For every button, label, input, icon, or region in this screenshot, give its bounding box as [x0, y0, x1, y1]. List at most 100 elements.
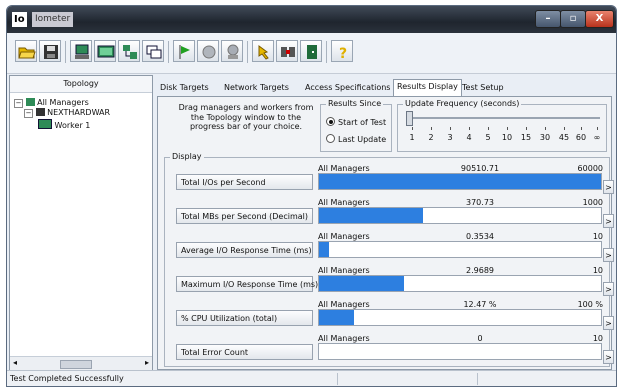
copy-worker-icon[interactable]	[142, 40, 164, 62]
managers-icon	[25, 98, 35, 106]
tree-item-worker[interactable]: Worker 1	[38, 119, 91, 130]
metric-row: Total Error Count All Managers 0 10 >	[165, 332, 614, 366]
progress-bar-fill	[319, 310, 355, 325]
metric-select-button[interactable]: Maximum I/O Response Time (ms)	[176, 276, 318, 292]
new-disk-worker-icon[interactable]	[94, 40, 116, 62]
expand-arrow-button[interactable]: >	[603, 350, 614, 364]
radio-last-update[interactable]: Last Update	[326, 134, 386, 144]
app-logo: Io	[12, 12, 27, 27]
metric-value: 370.73	[466, 198, 494, 207]
metric-select-button[interactable]: Total I/Os per Second	[176, 174, 313, 190]
close-button[interactable]: X	[585, 10, 614, 28]
disconnect-icon[interactable]	[276, 40, 298, 62]
metric-max: 1000	[582, 198, 603, 207]
progress-bar[interactable]	[318, 309, 602, 326]
start-flag-icon[interactable]	[173, 40, 195, 62]
update-frequency-group: Update Frequency (seconds) 1 2 3 4 5 10 …	[397, 99, 607, 152]
tab-test-setup[interactable]: Test Setup	[459, 81, 507, 96]
metric-row: Maximum I/O Response Time (ms) All Manag…	[165, 264, 614, 298]
horizontal-scrollbar[interactable]: ◂ ▸	[10, 356, 152, 370]
save-disk-icon[interactable]	[39, 40, 61, 62]
stop-all-icon[interactable]	[221, 40, 243, 62]
radio-empty-icon	[326, 134, 335, 143]
tree-label: NEXTHARDWAR	[47, 108, 111, 117]
worker-icon	[38, 119, 52, 129]
tick-label: 4	[466, 133, 472, 142]
tree-label: Worker 1	[54, 121, 91, 130]
svg-text:?: ?	[339, 46, 347, 61]
frequency-slider-track[interactable]	[410, 117, 600, 119]
results-since-title: Results Since	[326, 99, 384, 108]
exit-icon[interactable]	[300, 40, 322, 62]
progress-bar[interactable]	[318, 275, 602, 292]
maximize-button[interactable]: ▫	[560, 10, 586, 28]
help-icon[interactable]: ?	[331, 40, 353, 62]
collapse-icon[interactable]: −	[14, 99, 23, 108]
tab-access-specifications[interactable]: Access Specifications	[302, 81, 393, 96]
metric-max: 10	[592, 232, 603, 241]
scroll-left-icon[interactable]: ◂	[13, 358, 17, 367]
tab-network-targets[interactable]: Network Targets	[221, 81, 292, 96]
tab-disk-targets[interactable]: Disk Targets	[157, 81, 212, 96]
scroll-right-icon[interactable]: ▸	[145, 358, 149, 367]
app-title: Iometer	[32, 12, 74, 27]
scroll-thumb[interactable]	[60, 360, 92, 369]
tree-label: All Managers	[37, 98, 89, 107]
metric-value: 12.47 %	[463, 300, 497, 309]
reset-workers-icon[interactable]	[252, 40, 274, 62]
metric-value: 0.3534	[466, 232, 494, 241]
new-worker-icon[interactable]	[70, 40, 92, 62]
stop-icon[interactable]	[197, 40, 219, 62]
tree-item-all-managers[interactable]: − All Managers	[14, 98, 89, 108]
progress-bar[interactable]	[318, 207, 602, 224]
new-manager-icon[interactable]	[118, 40, 140, 62]
tab-results-display[interactable]: Results Display	[393, 79, 462, 97]
progress-bar[interactable]	[318, 241, 602, 258]
progress-bar-fill	[319, 276, 404, 291]
metric-manager: All Managers	[318, 164, 370, 173]
display-group: Display Total I/Os per Second All Manage…	[164, 152, 614, 367]
metric-value: 0	[477, 334, 483, 343]
minimize-button[interactable]: –	[535, 10, 561, 28]
tick-label: 2	[428, 133, 434, 142]
open-folder-icon[interactable]	[15, 40, 37, 62]
tree-item-manager[interactable]: − NEXTHARDWAR	[24, 108, 110, 118]
metric-select-button[interactable]: % CPU Utilization (total)	[176, 310, 313, 326]
topology-title: Topology	[10, 76, 152, 93]
status-text: Test Completed Successfully	[10, 374, 124, 383]
metric-row: Average I/O Response Time (ms) All Manag…	[165, 230, 614, 264]
metric-max: 10	[592, 334, 603, 343]
metric-row: % CPU Utilization (total) All Managers 1…	[165, 298, 614, 332]
radio-start-of-test[interactable]: Start of Test	[326, 117, 386, 127]
metric-select-button[interactable]: Total MBs per Second (Decimal)	[176, 208, 313, 224]
collapse-icon[interactable]: −	[24, 109, 33, 118]
computer-icon	[35, 108, 45, 116]
help-text: Drag managers and workers from the Topol…	[178, 103, 314, 131]
expand-arrow-button[interactable]: >	[603, 282, 614, 296]
tick-label: 45	[558, 133, 570, 142]
metric-value: 2.9689	[466, 266, 494, 275]
tick-label: 30	[539, 133, 551, 142]
expand-arrow-button[interactable]: >	[603, 214, 614, 228]
display-title: Display	[170, 152, 204, 161]
progress-bar[interactable]	[318, 343, 602, 360]
tick-label: 60	[575, 133, 587, 142]
progress-bar-fill	[319, 208, 424, 223]
metric-row: Total I/Os per Second All Managers 90510…	[165, 162, 614, 196]
expand-arrow-button[interactable]: >	[603, 316, 614, 330]
metric-max: 100 %	[577, 300, 603, 309]
metric-manager: All Managers	[318, 198, 370, 207]
progress-bar[interactable]	[318, 173, 602, 190]
toolbar: ?	[7, 33, 616, 74]
tick-label: 10	[501, 133, 513, 142]
metric-manager: All Managers	[318, 334, 370, 343]
metric-manager: All Managers	[318, 232, 370, 241]
progress-bar-fill	[319, 174, 601, 189]
expand-arrow-button[interactable]: >	[603, 180, 614, 194]
metric-value: 90510.71	[460, 164, 500, 173]
frequency-slider-thumb[interactable]	[406, 111, 413, 126]
tick-label: 1	[409, 133, 415, 142]
metric-select-button[interactable]: Total Error Count	[176, 344, 313, 360]
metric-select-button[interactable]: Average I/O Response Time (ms)	[176, 242, 313, 258]
expand-arrow-button[interactable]: >	[603, 248, 614, 262]
